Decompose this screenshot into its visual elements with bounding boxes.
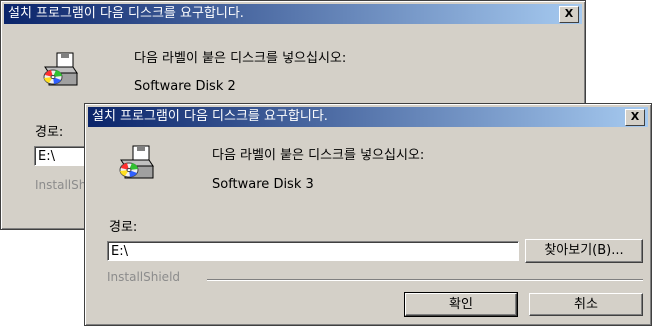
front-dialog: 설치 프로그램이 다음 디스크를 요구합니다. X 다음 라벨이 붙은 디스크를… (84, 103, 652, 326)
brand-divider (207, 279, 643, 281)
back-dialog-close-button[interactable]: X (559, 6, 579, 23)
back-dialog-message-line2: Software Disk 2 (134, 79, 236, 94)
back-dialog-title: 설치 프로그램이 다음 디스크를 요구합니다. (8, 6, 244, 21)
back-dialog-message-line1: 다음 라벨이 붙은 디스크를 넣으십시오: (134, 51, 347, 66)
front-dialog-installshield-label: InstallShield (107, 270, 181, 284)
cancel-button[interactable]: 취소 (529, 293, 643, 316)
browse-button[interactable]: 찾아보기(B)... (525, 239, 643, 263)
disk-drive-icon (43, 52, 78, 86)
front-dialog-path-input[interactable]: E:\ (107, 241, 519, 261)
front-dialog-titlebar[interactable]: 설치 프로그램이 다음 디스크를 요구합니다. X (88, 107, 648, 127)
ok-button[interactable]: 확인 (404, 292, 518, 317)
front-dialog-message-line2: Software Disk 3 (212, 177, 314, 192)
back-dialog-path-label: 경로: (35, 125, 64, 140)
front-dialog-path-label: 경로: (109, 220, 138, 235)
front-dialog-title: 설치 프로그램이 다음 디스크를 요구합니다. (92, 109, 328, 124)
disk-drive-icon (119, 145, 154, 179)
front-dialog-close-button[interactable]: X (625, 109, 645, 126)
back-dialog-titlebar[interactable]: 설치 프로그램이 다음 디스크를 요구합니다. X (4, 4, 582, 24)
front-dialog-message-line1: 다음 라벨이 붙은 디스크를 넣으십시오: (212, 148, 425, 163)
